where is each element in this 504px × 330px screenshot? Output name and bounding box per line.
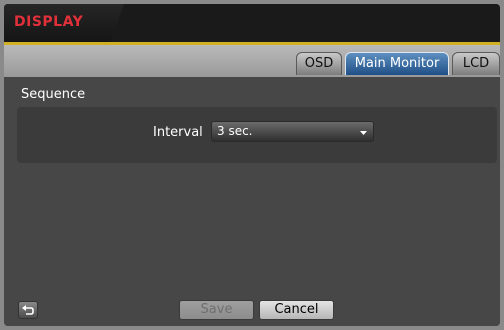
chevron-down-icon	[360, 131, 367, 135]
interval-dropdown[interactable]: 3 sec.	[211, 121, 374, 142]
back-button[interactable]	[18, 301, 38, 319]
cancel-button[interactable]: Cancel	[259, 300, 334, 320]
tab-osd[interactable]: OSD	[296, 52, 342, 75]
window-title: DISPLAY	[14, 14, 84, 30]
interval-value: 3 sec.	[217, 124, 253, 138]
sequence-section-label: Sequence	[21, 87, 86, 102]
tab-main-monitor[interactable]: Main Monitor	[345, 52, 449, 75]
return-arrow-icon	[22, 305, 34, 315]
display-settings-window: DISPLAY OSD Main Monitor LCD	[4, 4, 500, 326]
title-bar: DISPLAY	[4, 4, 500, 42]
save-button[interactable]: Save	[179, 300, 254, 320]
tab-lcd[interactable]: LCD	[452, 52, 500, 75]
interval-label: Interval	[153, 125, 203, 140]
